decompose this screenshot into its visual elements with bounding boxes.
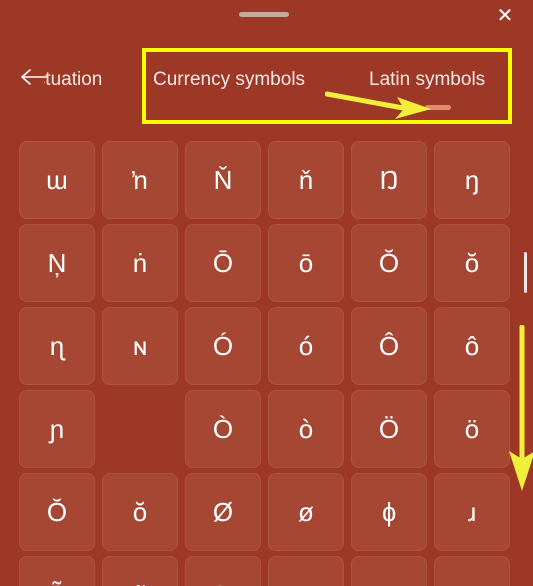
key-latin-small-r-fishhook[interactable]: ɾ bbox=[434, 556, 510, 586]
empty-slot bbox=[102, 390, 178, 468]
tab-latin-symbols-label: Latin symbols bbox=[369, 69, 486, 90]
key-latin-capital-o-diaeresis[interactable]: Ö bbox=[351, 390, 427, 468]
key-latin-small-o-acute[interactable]: ó bbox=[268, 307, 344, 385]
symbol-picker-window: ✕ Punctuation Currency symbols Latin sym… bbox=[0, 0, 533, 586]
key-latin-capital-n-caron[interactable]: Ň bbox=[185, 141, 261, 219]
key-latin-n-preceded-by-apostrophe[interactable]: ŉ bbox=[102, 141, 178, 219]
key-latin-small-ligature-oe[interactable]: œ bbox=[268, 556, 344, 586]
close-icon[interactable]: ✕ bbox=[489, 0, 521, 32]
key-latin-capital-o-breve[interactable]: Ŏ bbox=[351, 224, 427, 302]
key-latin-small-n-left-hook[interactable]: ɲ bbox=[19, 390, 95, 468]
character-grid-row: ÕõŒœɵɾ bbox=[19, 556, 519, 586]
key-latin-capital-o-grave[interactable]: Ò bbox=[185, 390, 261, 468]
tab-bar: Punctuation Currency symbols Latin symbo… bbox=[0, 52, 533, 110]
key-latin-capital-o-macron[interactable]: Ō bbox=[185, 224, 261, 302]
key-latin-capital-o-breve-alt[interactable]: Ŏ bbox=[19, 473, 95, 551]
key-latin-small-n-caron[interactable]: ň bbox=[268, 141, 344, 219]
tab-punctuation[interactable]: Punctuation bbox=[44, 52, 136, 110]
tab-currency-symbols[interactable]: Currency symbols bbox=[153, 52, 349, 110]
key-latin-small-o-breve[interactable]: ŏ bbox=[434, 224, 510, 302]
character-grid-row: ɳɴÓóÔô bbox=[19, 307, 519, 390]
key-latin-capital-o-circumflex[interactable]: Ô bbox=[351, 307, 427, 385]
key-latin-capital-o-tilde[interactable]: Õ bbox=[19, 556, 95, 586]
key-latin-small-eng[interactable]: ŋ bbox=[434, 141, 510, 219]
key-latin-capital-o-stroke[interactable]: Ø bbox=[185, 473, 261, 551]
scrollbar-thumb[interactable] bbox=[524, 252, 527, 293]
key-latin-capital-n-cedilla[interactable]: Ņ bbox=[19, 224, 95, 302]
character-grid-row: ŎŏØøɸɹ bbox=[19, 473, 519, 556]
key-latin-turned-m[interactable]: ɯ bbox=[19, 141, 95, 219]
character-grid-row: ɲ ÒòÖö bbox=[19, 390, 519, 473]
key-latin-small-o-stroke[interactable]: ø bbox=[268, 473, 344, 551]
character-grid-row: ɯŉŇňŊŋ bbox=[19, 141, 519, 224]
tab-latin-symbols[interactable]: Latin symbols bbox=[369, 52, 533, 110]
key-latin-small-o-breve-alt[interactable]: ŏ bbox=[102, 473, 178, 551]
character-grid: ɯŉŇňŊŋŅṅŌōŎŏɳɴÓóÔôɲÒòÖöŎŏØøɸɹÕõŒœɵɾ bbox=[19, 141, 519, 586]
character-grid-row: ŅṅŌōŎŏ bbox=[19, 224, 519, 307]
scrollbar-track[interactable] bbox=[524, 141, 529, 586]
key-latin-capital-o-acute[interactable]: Ó bbox=[185, 307, 261, 385]
key-latin-small-n-retroflex-hook[interactable]: ɳ bbox=[19, 307, 95, 385]
key-latin-small-o-diaeresis[interactable]: ö bbox=[434, 390, 510, 468]
key-latin-small-turned-r[interactable]: ɹ bbox=[434, 473, 510, 551]
tab-punctuation-label: Punctuation bbox=[44, 69, 103, 90]
drag-handle[interactable] bbox=[239, 12, 289, 17]
titlebar: ✕ bbox=[0, 0, 533, 40]
key-latin-small-phi[interactable]: ɸ bbox=[351, 473, 427, 551]
key-latin-small-o-circumflex[interactable]: ô bbox=[434, 307, 510, 385]
tab-currency-symbols-label: Currency symbols bbox=[153, 69, 306, 90]
key-latin-capital-ligature-oe[interactable]: Œ bbox=[185, 556, 261, 586]
key-latin-letter-small-capital-n[interactable]: ɴ bbox=[102, 307, 178, 385]
key-latin-small-o-grave[interactable]: ò bbox=[268, 390, 344, 468]
key-latin-barred-o[interactable]: ɵ bbox=[351, 556, 427, 586]
active-tab-indicator bbox=[425, 105, 451, 110]
key-latin-small-o-tilde[interactable]: õ bbox=[102, 556, 178, 586]
key-latin-small-o-macron[interactable]: ō bbox=[268, 224, 344, 302]
key-latin-small-n-dot-above[interactable]: ṅ bbox=[102, 224, 178, 302]
key-latin-capital-eng[interactable]: Ŋ bbox=[351, 141, 427, 219]
